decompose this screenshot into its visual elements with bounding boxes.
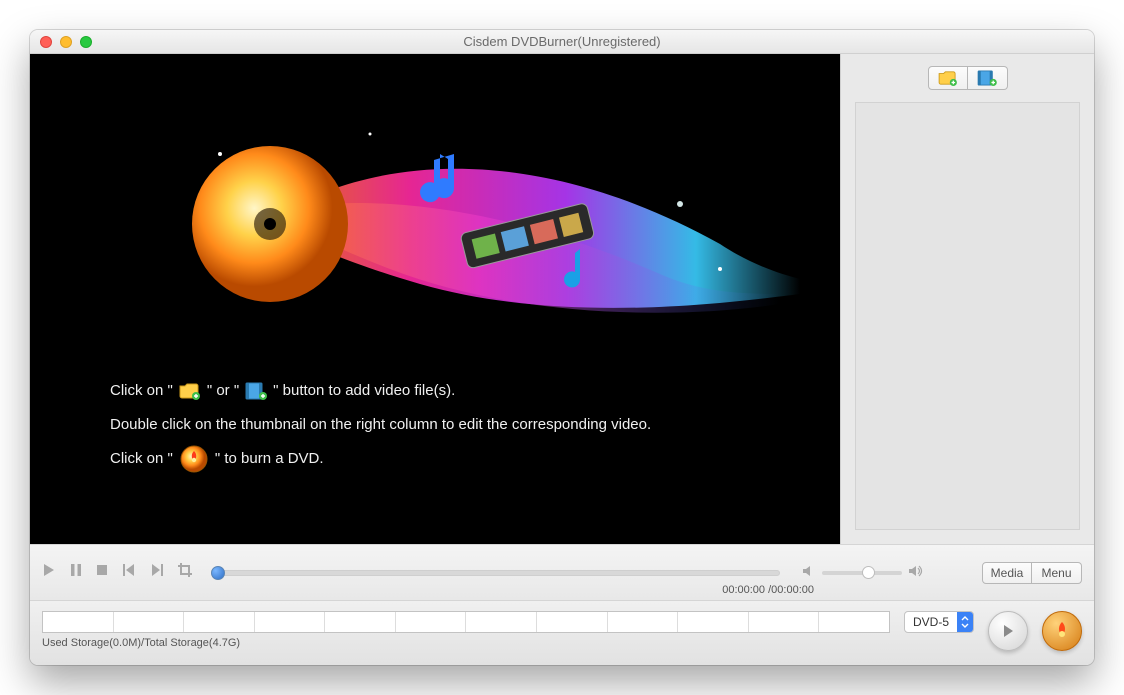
progress-slider[interactable] [214, 570, 780, 576]
preview-play-button[interactable] [988, 611, 1028, 651]
instruction-text: " or " [207, 374, 239, 408]
folder-add-icon [179, 382, 201, 400]
tab-media[interactable]: Media [982, 562, 1032, 584]
crop-button[interactable] [178, 563, 192, 582]
app-window: Cisdem DVDBurner(Unregistered) [30, 30, 1094, 665]
storage-meter [42, 611, 890, 633]
volume-low-icon [802, 564, 816, 581]
thumbnail-list[interactable] [855, 102, 1080, 530]
stop-button[interactable] [96, 563, 108, 582]
burn-icon [179, 444, 209, 474]
storage-label: Used Storage(0.0M)/Total Storage(4.7G) [42, 637, 890, 649]
add-video-button[interactable] [968, 66, 1008, 90]
preview-area: Click on " " or " [30, 54, 840, 544]
instruction-text: Double click on the thumbnail on the rig… [110, 408, 651, 442]
instruction-text: " to burn a DVD. [215, 442, 324, 476]
volume-slider[interactable] [822, 571, 902, 575]
progress-knob[interactable] [211, 566, 225, 580]
next-button[interactable] [150, 563, 164, 582]
window-minimize-button[interactable] [60, 36, 72, 48]
prev-button[interactable] [122, 563, 136, 582]
hero-illustration [160, 94, 800, 334]
sidebar [840, 54, 1094, 544]
time-total: 00:00:00 [771, 584, 814, 596]
instruction-text: Click on " [110, 374, 173, 408]
disc-type-value: DVD-5 [913, 615, 949, 629]
instruction-text: Click on " [110, 442, 173, 476]
window-title: Cisdem DVDBurner(Unregistered) [463, 34, 660, 49]
pause-button[interactable] [70, 563, 82, 582]
burn-button[interactable] [1042, 611, 1082, 651]
volume-knob[interactable] [862, 566, 875, 579]
chevron-updown-icon [957, 611, 973, 633]
add-folder-button[interactable] [928, 66, 968, 90]
video-add-icon [245, 382, 267, 400]
titlebar: Cisdem DVDBurner(Unregistered) [30, 30, 1094, 54]
window-close-button[interactable] [40, 36, 52, 48]
play-button[interactable] [42, 563, 56, 582]
disc-type-select[interactable]: DVD-5 [904, 611, 974, 633]
instruction-text: " button to add video file(s). [273, 374, 455, 408]
time-current: 00:00:00 [722, 584, 765, 596]
instructions: Click on " " or " [110, 374, 651, 476]
window-maximize-button[interactable] [80, 36, 92, 48]
tab-menu[interactable]: Menu [1032, 562, 1082, 584]
volume-high-icon [908, 564, 924, 581]
